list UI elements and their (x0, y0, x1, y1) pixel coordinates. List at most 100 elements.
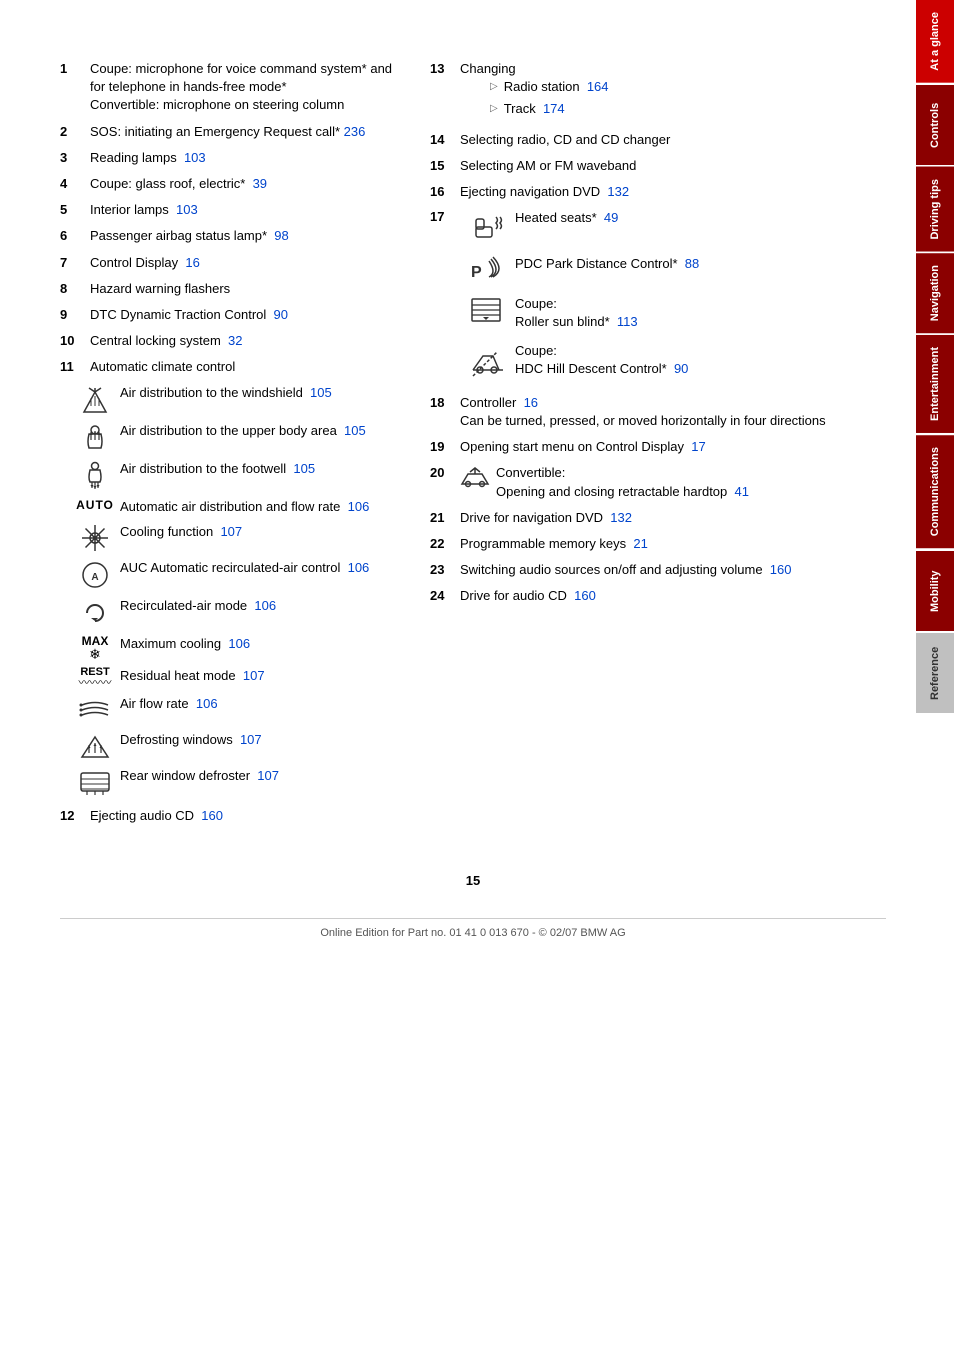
page-link[interactable]: 88 (685, 256, 699, 271)
rest-icon: REST 〰〰〰 (70, 667, 120, 689)
item-number: 1 (60, 60, 90, 115)
item-number: 12 (60, 807, 90, 825)
icon-row-recirc: Recirculated-air mode 106 (70, 597, 400, 629)
sidebar-tab-mobility[interactable]: Mobility (916, 551, 954, 631)
icon-row-pdc: P PDC Park Distance Control* 88 (460, 255, 886, 285)
page-link[interactable]: 41 (735, 484, 749, 499)
list-item-13: 13 Changing ▷ Radio station 164 ▷ Track … (430, 60, 886, 123)
page-link[interactable]: 174 (543, 101, 565, 116)
page-link[interactable]: 17 (691, 439, 705, 454)
heated-seats-label: Heated seats* 49 (515, 209, 886, 227)
sidebar-tab-controls[interactable]: Controls (916, 85, 954, 165)
subitem-label: Radio station 164 (504, 78, 609, 96)
page-link[interactable]: 105 (310, 385, 332, 400)
auc-label: AUC Automatic recirculated-air control 1… (120, 559, 400, 577)
roller-blind-label: Coupe:Roller sun blind* 113 (515, 295, 886, 331)
page-link[interactable]: 16 (524, 395, 538, 410)
page-number: 15 (60, 873, 886, 888)
page-link[interactable]: 90 (674, 361, 688, 376)
page-link[interactable]: 106 (196, 696, 218, 711)
auto-label: Automatic air distribution and flow rate… (120, 498, 400, 516)
max-symbol: ❄ (82, 647, 109, 661)
max-text: MAX (82, 635, 109, 647)
list-item-7: 7 Control Display 16 (60, 254, 400, 272)
sidebar-tab-driving-tips[interactable]: Driving tips (916, 167, 954, 252)
item-text: DTC Dynamic Traction Control 90 (90, 306, 400, 324)
roller-blind-icon (460, 295, 515, 325)
page-link[interactable]: 106 (228, 636, 250, 651)
page-link[interactable]: 98 (274, 228, 288, 243)
list-item-1: 1 Coupe: microphone for voice command sy… (60, 60, 400, 115)
hdc-label: Coupe:HDC Hill Descent Control* 90 (515, 342, 886, 378)
page-link[interactable]: 107 (220, 524, 242, 539)
icon-row-heated-seats: Heated seats* 49 (460, 209, 886, 245)
rest-text: REST (79, 667, 112, 678)
page-link[interactable]: 132 (610, 510, 632, 525)
item-text: Passenger airbag status lamp* 98 (90, 227, 400, 245)
page-link[interactable]: 236 (344, 124, 366, 139)
page-link[interactable]: 113 (617, 314, 638, 329)
page-link[interactable]: 39 (253, 176, 267, 191)
page-link[interactable]: 160 (770, 562, 792, 577)
page-footer: 15 Online Edition for Part no. 01 41 0 0… (60, 873, 886, 939)
page-link[interactable]: 103 (176, 202, 198, 217)
sidebar-tab-entertainment[interactable]: Entertainment (916, 335, 954, 433)
page-link[interactable]: 32 (228, 333, 242, 348)
page-link[interactable]: 16 (185, 255, 199, 270)
recirc-icon (70, 597, 120, 629)
pdc-label: PDC Park Distance Control* 88 (515, 255, 886, 273)
page-link[interactable]: 21 (633, 536, 647, 551)
item-number: 19 (430, 438, 460, 456)
list-item-8: 8 Hazard warning flashers (60, 280, 400, 298)
list-item-14: 14 Selecting radio, CD and CD changer (430, 131, 886, 149)
page-link[interactable]: 106 (348, 560, 370, 575)
list-item-22: 22 Programmable memory keys 21 (430, 535, 886, 553)
page-link[interactable]: 132 (607, 184, 629, 199)
item-text: Central locking system 32 (90, 332, 400, 350)
triangle-icon: ▷ (490, 102, 498, 116)
airflow-icon (70, 695, 120, 725)
item-number: 21 (430, 509, 460, 527)
cooling-icon (70, 523, 120, 553)
page-link[interactable]: 105 (344, 423, 366, 438)
page-link[interactable]: 106 (254, 598, 276, 613)
page-link[interactable]: 107 (257, 768, 279, 783)
icon-row-upper-body: Air distribution to the upper body area … (70, 422, 400, 454)
page-link[interactable]: 107 (240, 732, 262, 747)
sidebar-tab-at-a-glance[interactable]: At a glance (916, 0, 954, 83)
page-link[interactable]: 49 (604, 210, 618, 225)
list-item-12: 12 Ejecting audio CD 160 (60, 807, 400, 825)
page-link[interactable]: 160 (574, 588, 596, 603)
item-text: Switching audio sources on/off and adjus… (460, 561, 886, 579)
hdc-icon (460, 342, 515, 378)
item-text: Control Display 16 (90, 254, 400, 272)
sidebar-tab-navigation[interactable]: Navigation (916, 253, 954, 333)
rest-label: Residual heat mode 107 (120, 667, 400, 685)
triangle-icon: ▷ (490, 80, 498, 94)
item-text: Automatic climate control (90, 358, 400, 376)
item-text: Reading lamps 103 (90, 149, 400, 167)
page-link[interactable]: 106 (348, 499, 370, 514)
item-number: 15 (430, 157, 460, 175)
item-text: Convertible:Opening and closing retracta… (496, 464, 886, 500)
subitem-radio: ▷ Radio station 164 (490, 78, 886, 96)
page-link[interactable]: 164 (587, 79, 609, 94)
list-item-4: 4 Coupe: glass roof, electric* 39 (60, 175, 400, 193)
page-link[interactable]: 107 (243, 668, 265, 683)
item-text: Coupe: microphone for voice command syst… (90, 60, 400, 115)
page-link[interactable]: 105 (293, 461, 315, 476)
item-text: Drive for audio CD 160 (460, 587, 886, 605)
sidebar-tab-communications[interactable]: Communications (916, 435, 954, 548)
max-icon: MAX ❄ (70, 635, 120, 661)
page-link[interactable]: 160 (201, 808, 223, 823)
item-text: Opening start menu on Control Display 17 (460, 438, 886, 456)
item-number: 18 (430, 394, 460, 430)
item-number: 9 (60, 306, 90, 324)
page-link[interactable]: 90 (274, 307, 288, 322)
icon-row-auc: A AUC Automatic recirculated-air control… (70, 559, 400, 591)
page-link[interactable]: 103 (184, 150, 206, 165)
icon-row-rear-defrost: Rear window defroster 107 (70, 767, 400, 797)
rear-defrost-icon (70, 767, 120, 797)
sidebar-tab-reference[interactable]: Reference (916, 633, 954, 713)
windshield-icon (70, 384, 120, 416)
